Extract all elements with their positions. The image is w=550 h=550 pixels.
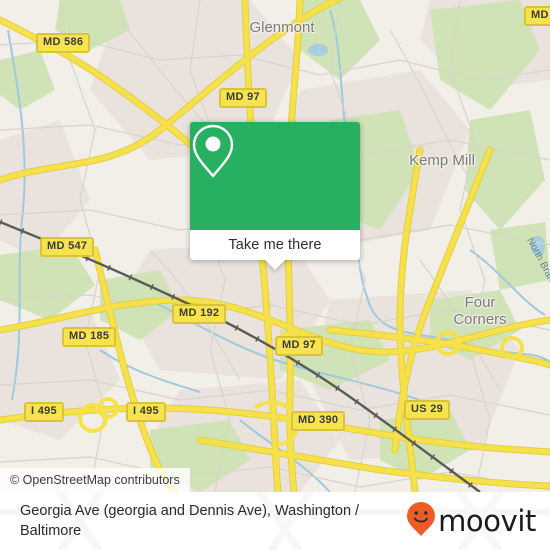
road-shield-md547[interactable]: MD 547 bbox=[40, 237, 95, 257]
moovit-smiley-pin-icon bbox=[406, 501, 436, 542]
road-shield-md97[interactable]: MD 97 bbox=[219, 88, 267, 108]
place-label-glenmont: Glenmont bbox=[249, 19, 315, 36]
road-shield-md97-south[interactable]: MD 97 bbox=[275, 336, 323, 356]
osm-attribution-text: © OpenStreetMap contributors bbox=[10, 473, 180, 487]
destination-popup-card[interactable]: Take me there bbox=[190, 122, 360, 270]
take-me-there-label: Take me there bbox=[228, 237, 322, 253]
road-shield-i495-west[interactable]: I 495 bbox=[24, 402, 64, 422]
road-shield-md-edge[interactable]: MD bbox=[524, 6, 550, 26]
location-title: Georgia Ave (georgia and Dennis Ave), Wa… bbox=[20, 503, 360, 539]
moovit-wordmark: moovit bbox=[438, 503, 536, 538]
popup-header[interactable] bbox=[190, 122, 360, 230]
road-shield-md185[interactable]: MD 185 bbox=[62, 327, 117, 347]
place-label-four-corners: Four Corners bbox=[453, 294, 507, 328]
moovit-logo[interactable]: moovit bbox=[406, 501, 536, 542]
footer-bar: Georgia Ave (georgia and Dennis Ave), Wa… bbox=[0, 492, 550, 550]
road-shield-md586[interactable]: MD 586 bbox=[36, 33, 91, 53]
road-shield-md192[interactable]: MD 192 bbox=[172, 304, 227, 324]
popup-pointer bbox=[265, 260, 285, 270]
place-label-kemp-mill: Kemp Mill bbox=[409, 152, 475, 169]
map-screen: Glenmont Kemp Mill Four Corners North Br… bbox=[0, 0, 550, 550]
take-me-there-button[interactable]: Take me there bbox=[190, 230, 360, 260]
road-shield-i495-east[interactable]: I 495 bbox=[126, 402, 166, 422]
pond bbox=[308, 44, 328, 56]
osm-attribution[interactable]: © OpenStreetMap contributors bbox=[0, 468, 190, 492]
road-shield-us29[interactable]: US 29 bbox=[404, 400, 451, 420]
road-shield-md390[interactable]: MD 390 bbox=[291, 411, 346, 431]
map-canvas[interactable]: Glenmont Kemp Mill Four Corners North Br… bbox=[0, 0, 550, 492]
